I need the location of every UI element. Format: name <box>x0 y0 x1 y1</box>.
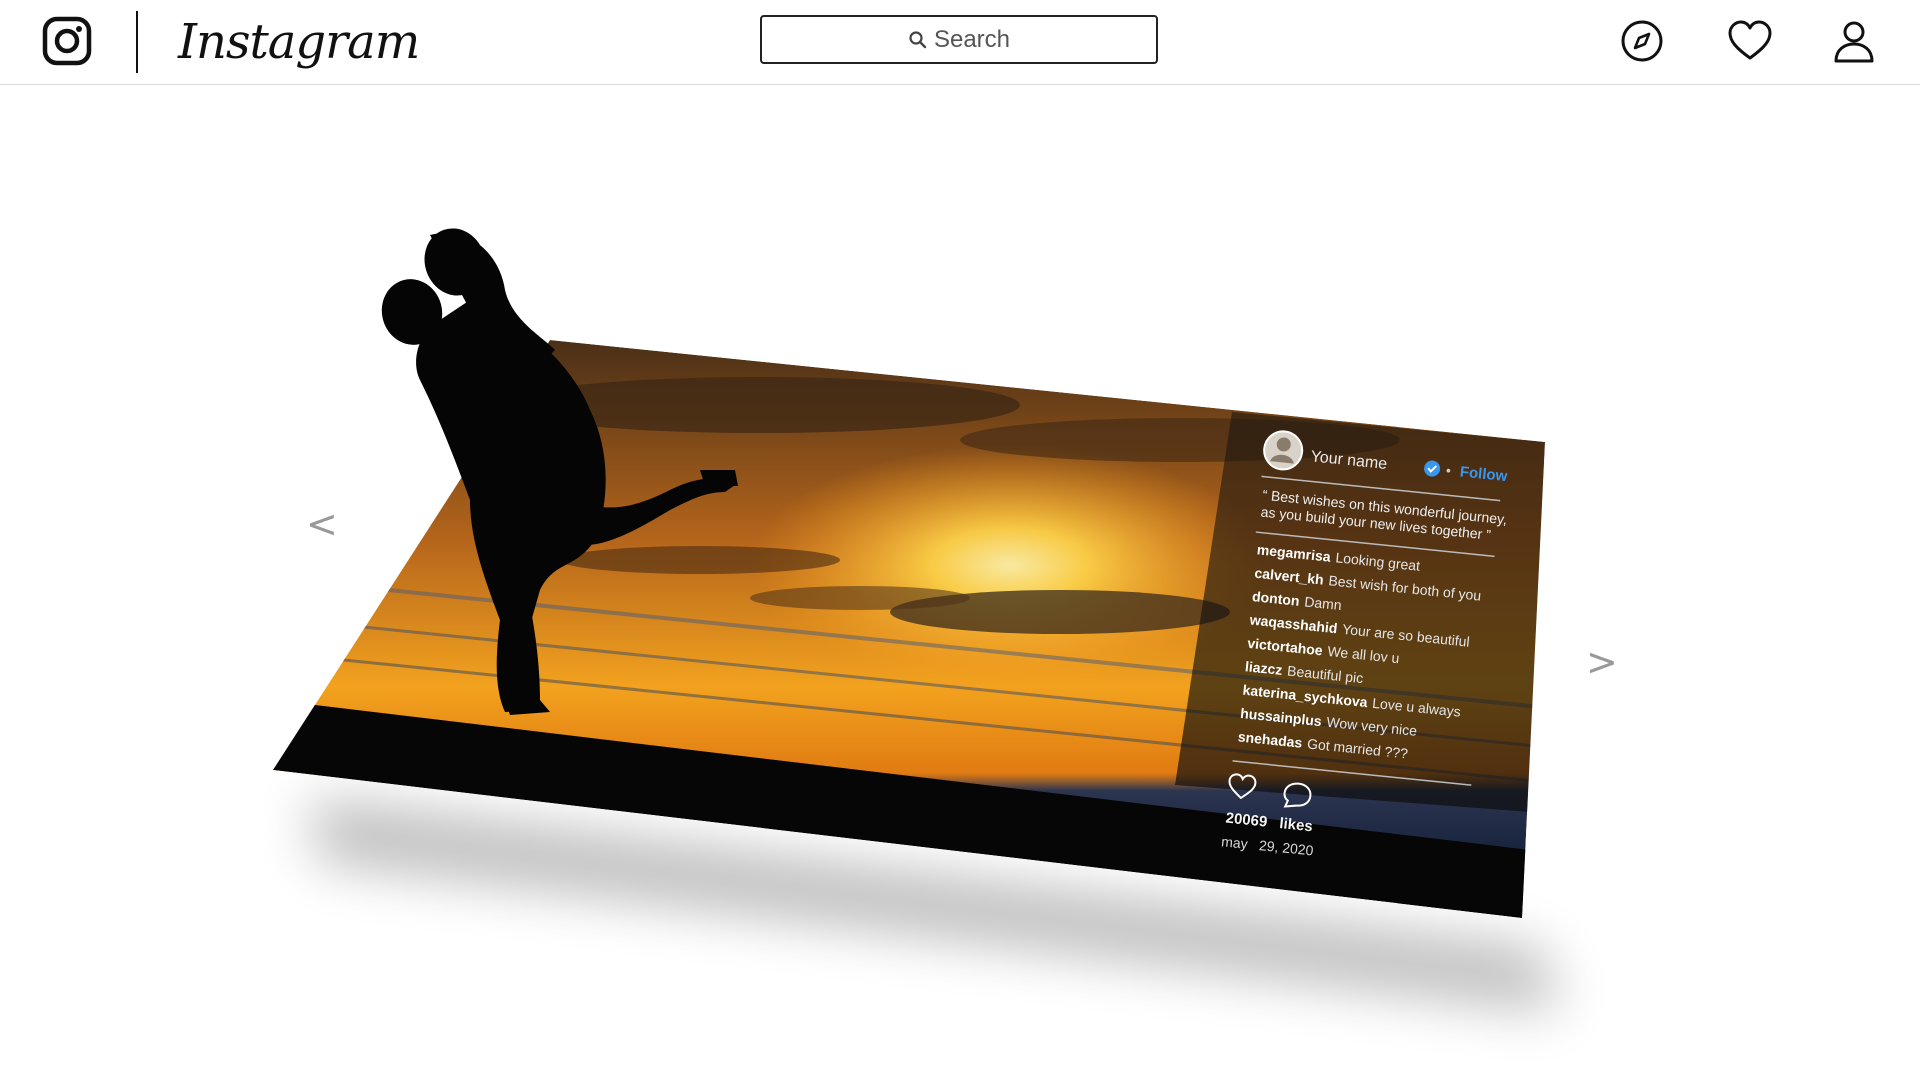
post-stage: Your name • Follow “ Best wishes on this… <box>0 0 1920 1080</box>
post-card-scene: Your name • Follow “ Best wishes on this… <box>273 228 1560 1010</box>
likes-label: likes <box>1279 815 1314 835</box>
post-date-month: may <box>1221 833 1249 852</box>
